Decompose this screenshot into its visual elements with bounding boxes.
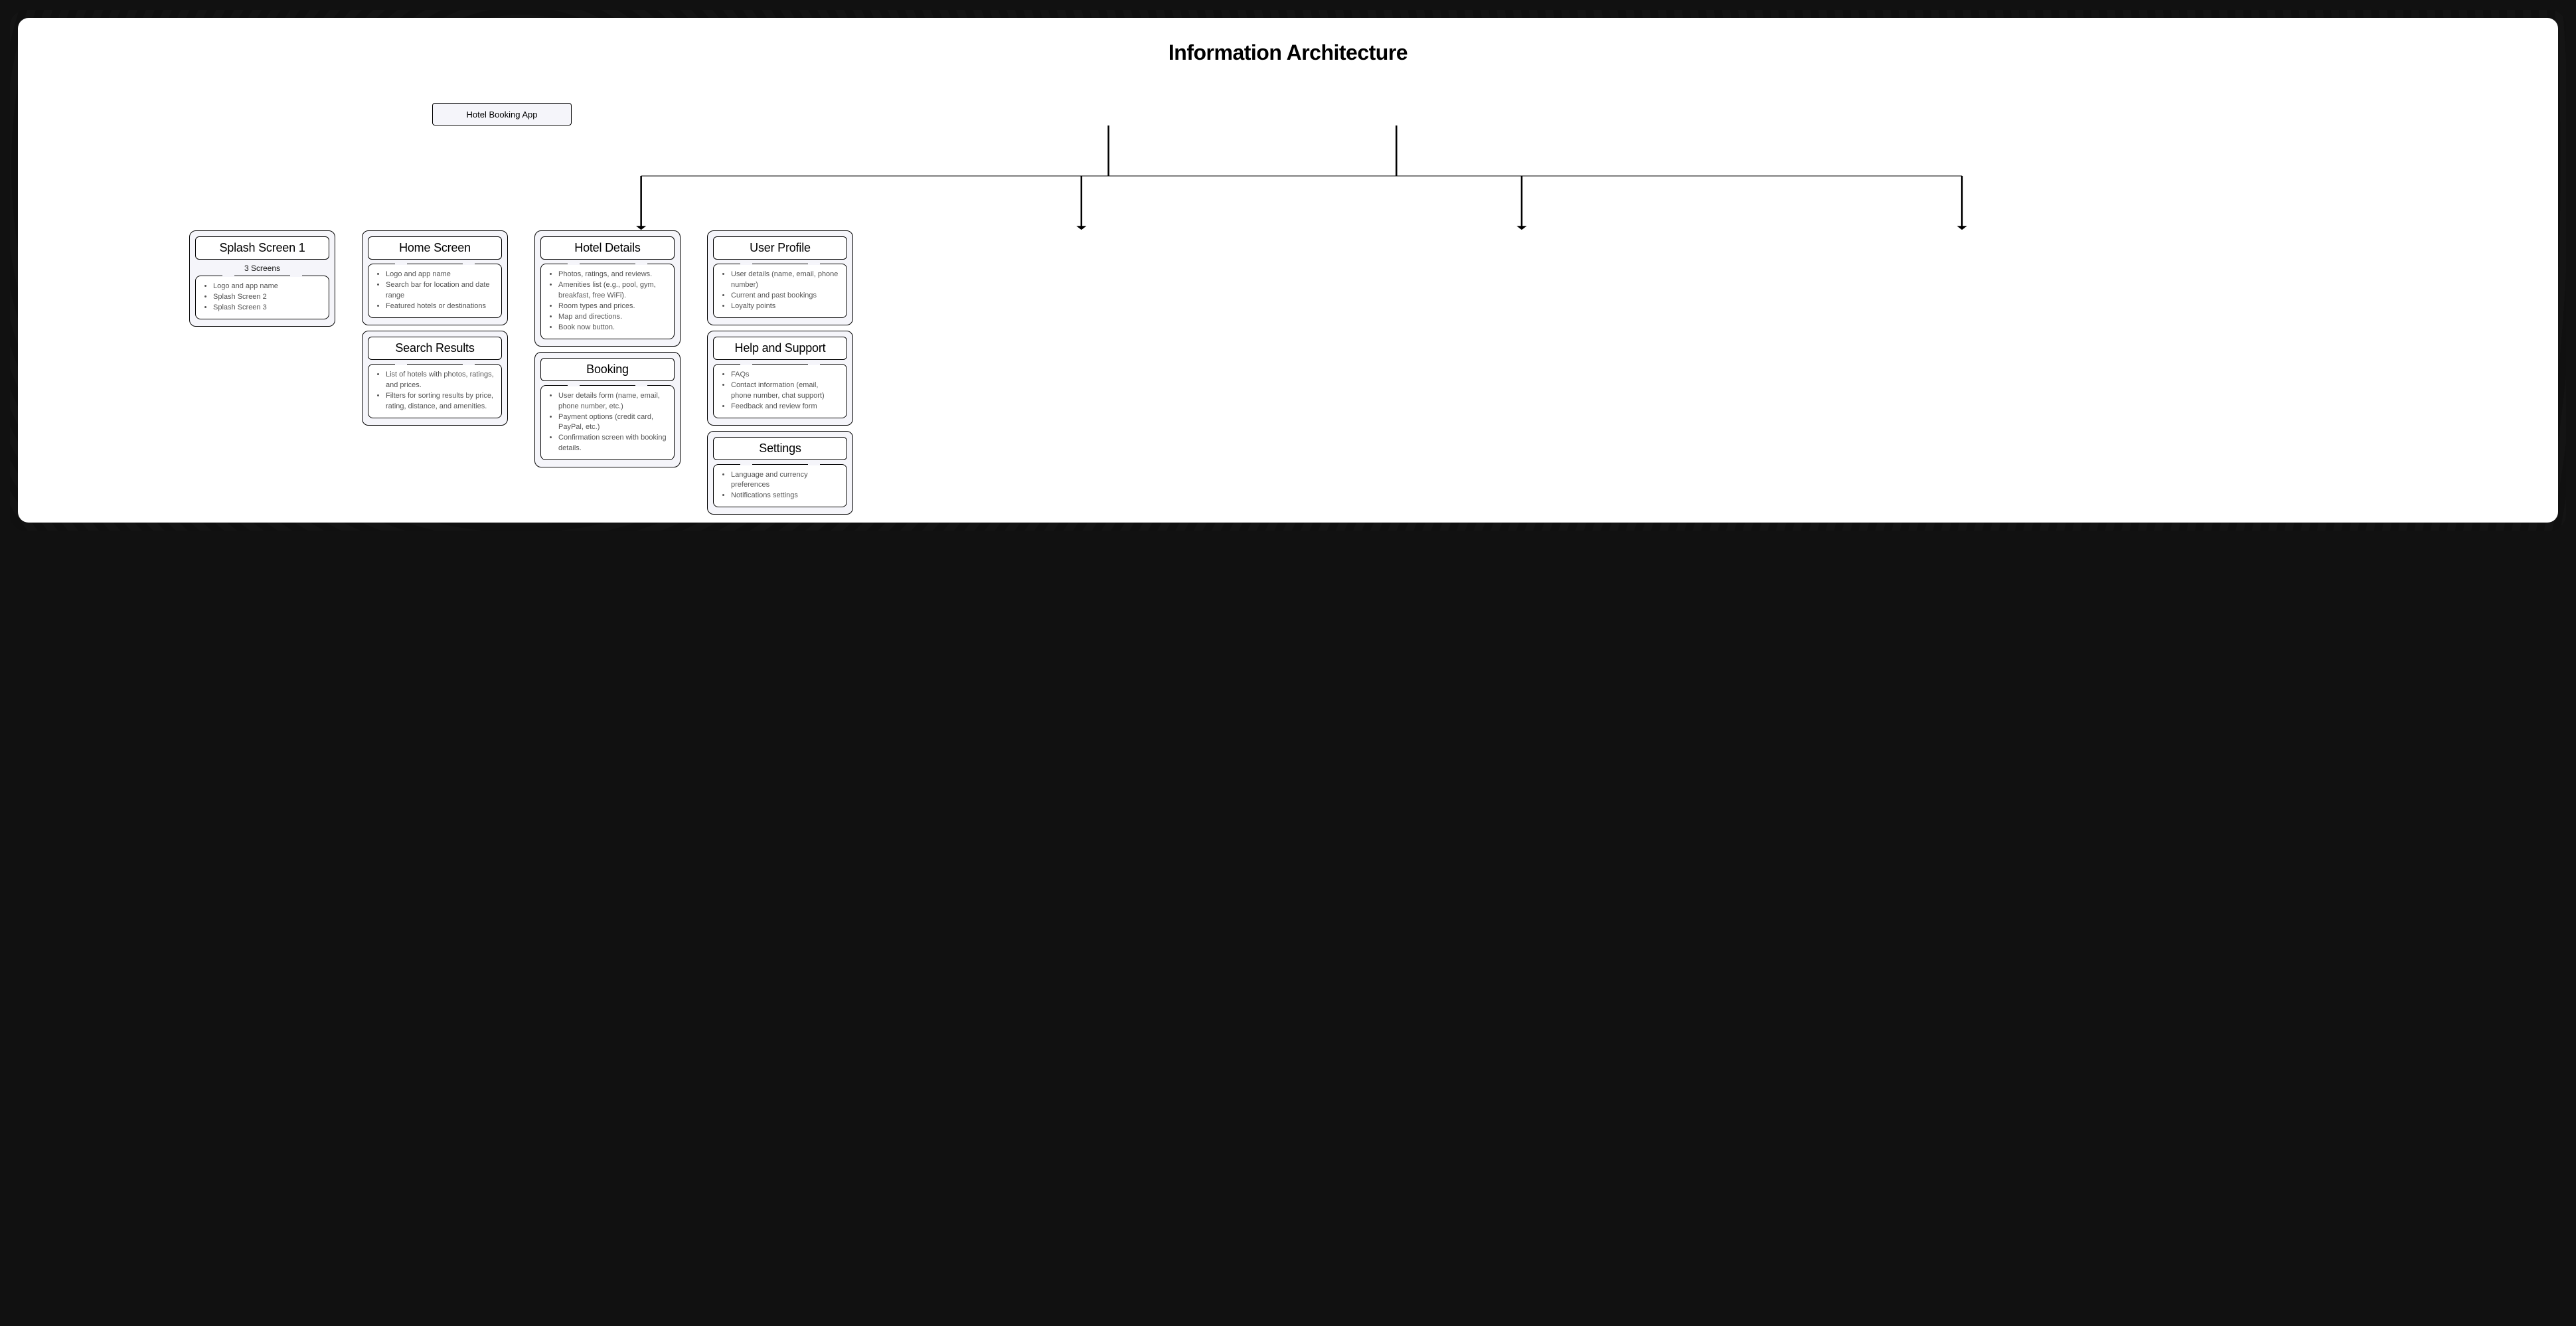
bullet-box: List of hotels with photos, ratings, and… bbox=[368, 364, 502, 418]
node-card: Home Screen Logo and app nameSearch bar f… bbox=[362, 230, 508, 325]
bullet-item: Splash Screen 3 bbox=[213, 303, 322, 313]
node-root-label: Hotel Booking App bbox=[467, 110, 538, 120]
node-title: Help and Support bbox=[713, 337, 847, 360]
node-card: Splash Screen 1 3 Screens Logo and app nam… bbox=[189, 230, 335, 327]
bullet-item: Map and directions. bbox=[558, 312, 667, 323]
bullet-box: User details form (name, email, phone nu… bbox=[540, 385, 675, 461]
bullet-item: Splash Screen 2 bbox=[213, 292, 322, 303]
bullet-box: Logo and app nameSearch bar for location… bbox=[368, 264, 502, 318]
node-title: Booking bbox=[540, 358, 675, 381]
node-card: Help and Support FAQsContact information … bbox=[707, 331, 853, 426]
node-title: Splash Screen 1 bbox=[195, 236, 329, 260]
node-subheader: 3 Screens bbox=[195, 264, 329, 273]
outer-frame: Information Architecture Hotel Booking A… bbox=[10, 10, 2566, 531]
bullet-item: Contact information (email, phone number… bbox=[731, 380, 840, 402]
bullet-item: Notifications settings bbox=[731, 491, 840, 501]
node-title: Settings bbox=[713, 437, 847, 460]
column-profile: User Profile User details (name, email, p… bbox=[707, 230, 853, 520]
node-card: User Profile User details (name, email, p… bbox=[707, 230, 853, 325]
node-card: Search Results List of hotels with photos… bbox=[362, 331, 508, 426]
bullet-item: Loyalty points bbox=[731, 301, 840, 312]
bullet-item: List of hotels with photos, ratings, and… bbox=[386, 370, 495, 391]
bullet-item: Logo and app name bbox=[213, 282, 322, 292]
bullet-box: Photos, ratings, and reviews.Amenities l… bbox=[540, 264, 675, 339]
column-details: Hotel Details Photos, ratings, and review… bbox=[534, 230, 681, 473]
diagram-canvas: Information Architecture Hotel Booking A… bbox=[18, 18, 2558, 523]
bullet-box: FAQsContact information (email, phone nu… bbox=[713, 364, 847, 418]
bullet-box: Language and currency preferencesNotific… bbox=[713, 464, 847, 508]
node-card: Booking User details form (name, email, p… bbox=[534, 352, 681, 468]
node-title: Hotel Details bbox=[540, 236, 675, 260]
bullet-item: User details form (name, email, phone nu… bbox=[558, 391, 667, 412]
bullet-item: Book now button. bbox=[558, 323, 667, 333]
bullet-item: FAQs bbox=[731, 370, 840, 380]
column-splash: Splash Screen 1 3 Screens Logo and app nam… bbox=[189, 230, 335, 332]
bullet-item: Filters for sorting results by price, ra… bbox=[386, 391, 495, 412]
bullet-item: Room types and prices. bbox=[558, 301, 667, 312]
bullet-box: User details (name, email, phone number)… bbox=[713, 264, 847, 318]
bullet-item: Logo and app name bbox=[386, 270, 495, 280]
node-title: User Profile bbox=[713, 236, 847, 260]
bullet-item: Language and currency preferences bbox=[731, 470, 840, 491]
bullet-item: Payment options (credit card, PayPal, et… bbox=[558, 412, 667, 434]
node-root: Hotel Booking App bbox=[432, 103, 572, 125]
node-card: Hotel Details Photos, ratings, and review… bbox=[534, 230, 681, 347]
page-title: Information Architecture bbox=[18, 41, 2558, 65]
bullet-item: Confirmation screen with booking details… bbox=[558, 433, 667, 454]
bullet-item: Current and past bookings bbox=[731, 291, 840, 301]
bullet-item: User details (name, email, phone number) bbox=[731, 270, 840, 291]
node-card: Settings Language and currency preference… bbox=[707, 431, 853, 515]
bullet-box: Logo and app nameSplash Screen 2Splash S… bbox=[195, 276, 329, 319]
node-title: Search Results bbox=[368, 337, 502, 360]
bullet-item: Feedback and review form bbox=[731, 402, 840, 412]
bullet-item: Search bar for location and date range bbox=[386, 280, 495, 301]
bullet-item: Amenities list (e.g., pool, gym, breakfa… bbox=[558, 280, 667, 301]
bullet-item: Photos, ratings, and reviews. bbox=[558, 270, 667, 280]
node-title: Home Screen bbox=[368, 236, 502, 260]
column-home: Home Screen Logo and app nameSearch bar f… bbox=[362, 230, 508, 431]
bullet-item: Featured hotels or destinations bbox=[386, 301, 495, 312]
